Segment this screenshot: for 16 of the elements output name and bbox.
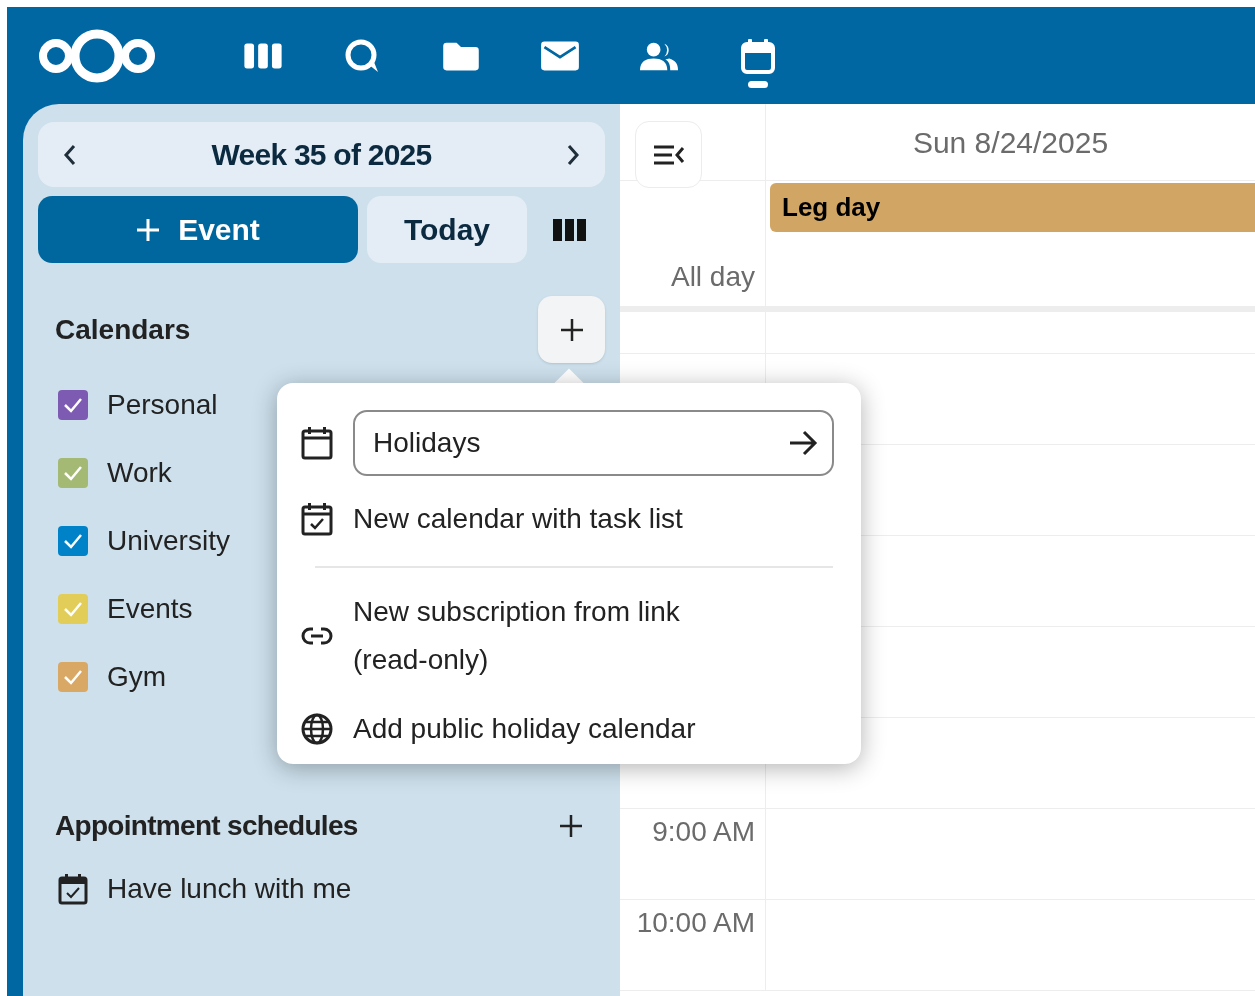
calendar-name: Events [107, 592, 193, 626]
menu-item-label: Add public holiday calendar [353, 712, 697, 746]
all-day-label: All day [670, 260, 755, 294]
section-heading: Appointment schedules [55, 809, 358, 843]
week-title: Week 35 of 2025 [211, 137, 432, 173]
calendar-name: University [107, 524, 230, 558]
menu-item-label: New calendar with task list [353, 502, 684, 536]
time-label: 10:00 AM [636, 906, 755, 940]
calendar-name: Personal [107, 388, 218, 422]
day-header: Sun 8/24/2025 [912, 124, 1109, 161]
calendar-name: Gym [107, 660, 167, 694]
section-heading: Calendars [55, 312, 191, 347]
calendar-name: Work [107, 456, 172, 490]
menu-item-label: New subscription from link (read-only) [353, 595, 681, 677]
time-label: 9:00 AM [652, 815, 755, 849]
schedule-name: Have lunch with me [107, 872, 352, 906]
